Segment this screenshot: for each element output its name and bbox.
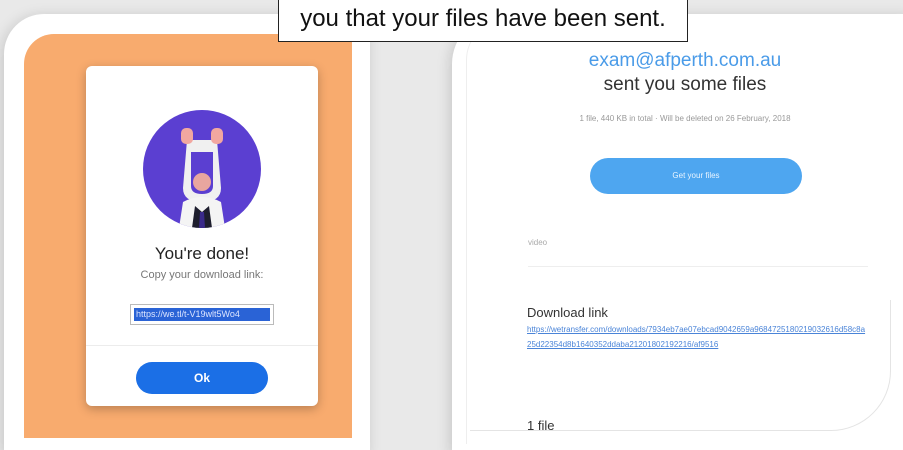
sender-email[interactable]: exam@afperth.com.au: [470, 50, 900, 72]
done-title: You're done!: [154, 244, 250, 263]
file-count: 1 file: [527, 418, 555, 433]
dialog-divider: [86, 345, 318, 346]
get-your-files-button[interactable]: Get your files: [590, 158, 802, 194]
download-link-value[interactable]: https://we.tl/t-V19wlt5Wo4: [134, 308, 270, 321]
sent-message: sent you some files: [603, 74, 767, 95]
caption-box: you that your files have been sent.: [278, 0, 688, 42]
hands-raised-avatar-icon: [143, 110, 261, 228]
file-name-label: video: [528, 238, 548, 247]
screenshot-stage: You're done! Copy your download link: ht…: [0, 0, 903, 450]
file-meta-info: 1 file, 440 KB in total · Will be delete…: [579, 114, 791, 123]
ok-button[interactable]: Ok: [136, 362, 268, 394]
done-subtitle: Copy your download link:: [140, 269, 264, 281]
email-divider: [528, 266, 868, 267]
done-dialog: You're done! Copy your download link: ht…: [86, 66, 318, 406]
download-url-link[interactable]: https://wetransfer.com/downloads/7934eb7…: [527, 322, 867, 352]
download-link-field[interactable]: https://we.tl/t-V19wlt5Wo4: [130, 304, 274, 325]
caption-text: you that your files have been sent.: [300, 5, 666, 32]
download-link-heading: Download link: [527, 305, 608, 320]
